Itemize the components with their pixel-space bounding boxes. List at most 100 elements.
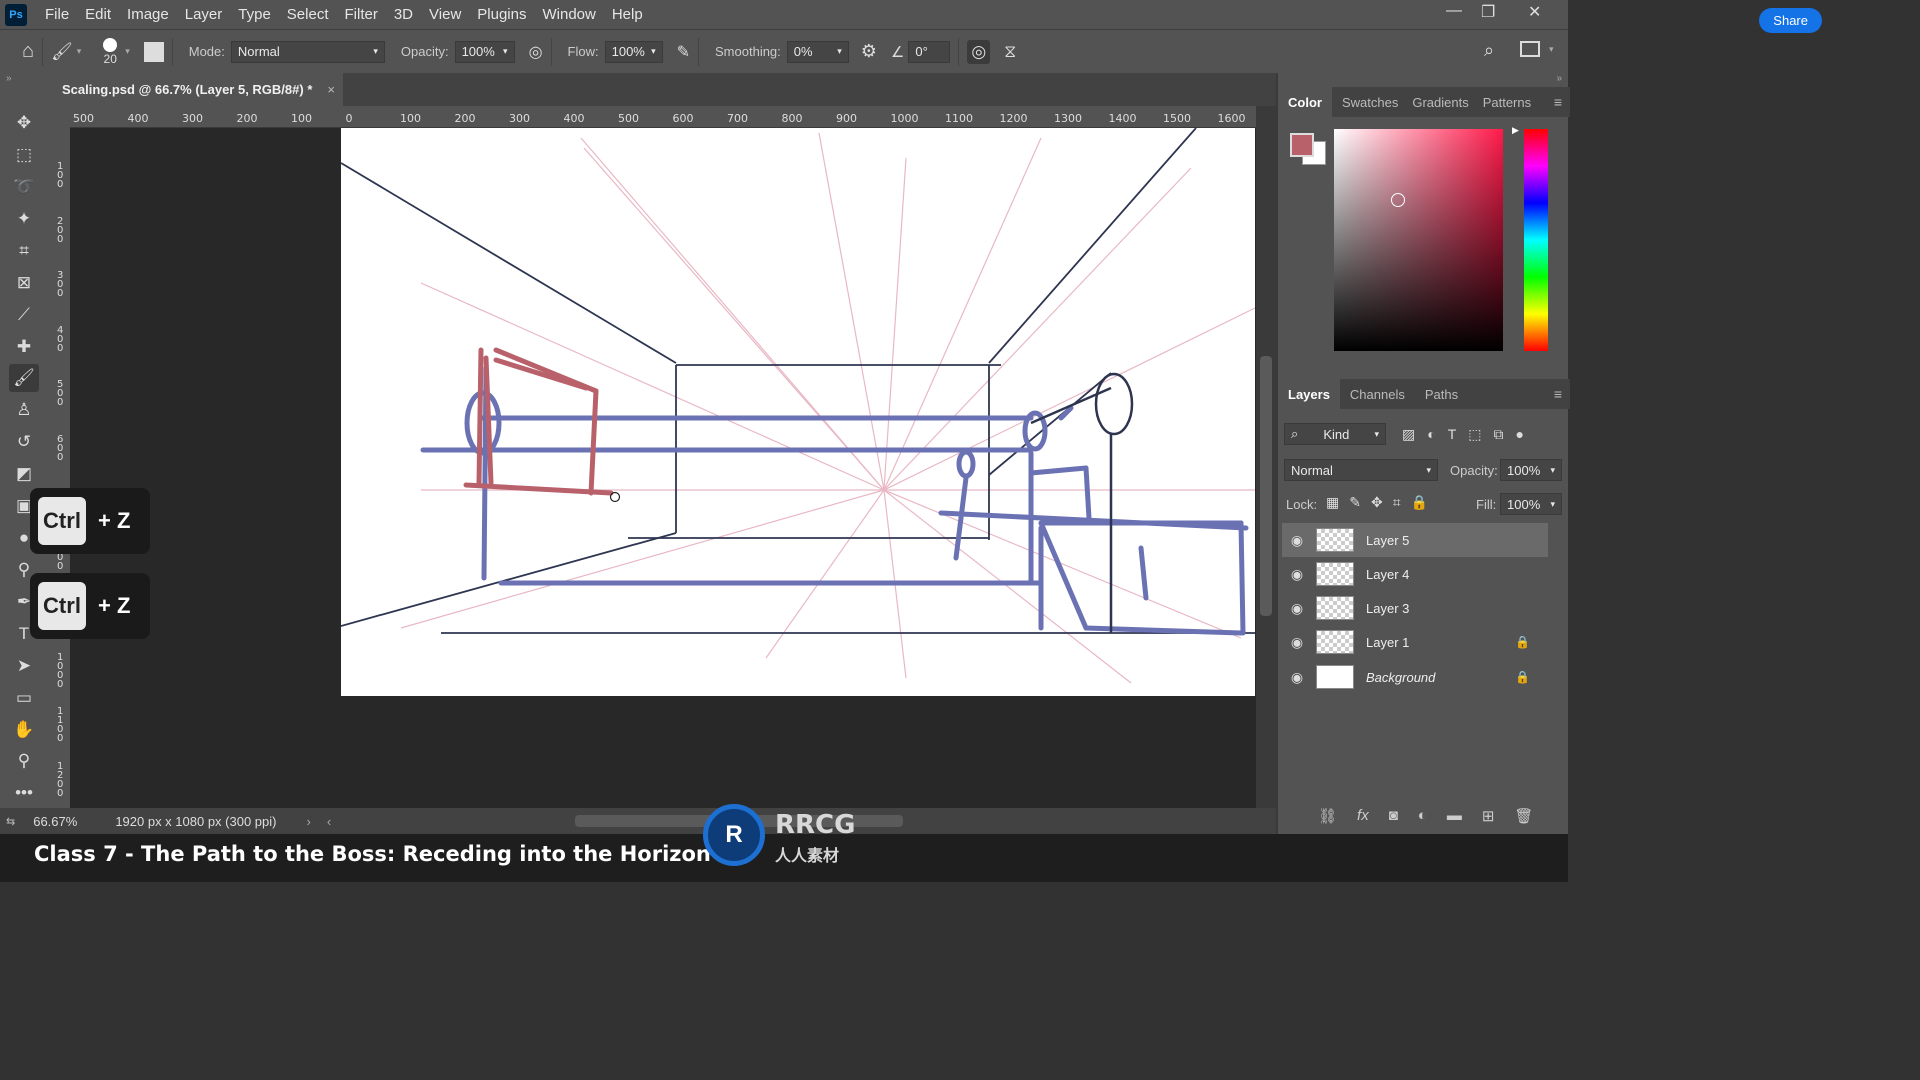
color-field[interactable] (1334, 129, 1503, 351)
menu-view[interactable]: View (421, 6, 469, 23)
chevron-down-icon[interactable]: ▾ (125, 46, 130, 57)
eraser-tool-icon[interactable]: ◩ (9, 460, 39, 488)
healing-brush-tool-icon[interactable]: ✚ (9, 333, 39, 361)
pressure-size-icon[interactable]: ◎ (967, 39, 991, 64)
menu-3d[interactable]: 3D (386, 6, 421, 23)
zoom-level[interactable]: 66.67% (33, 814, 77, 829)
search-icon[interactable]: ⌕ (1484, 40, 1494, 61)
tab-patterns[interactable]: Patterns (1473, 87, 1541, 117)
document-canvas[interactable] (340, 127, 1256, 696)
menu-select[interactable]: Select (279, 6, 337, 23)
eye-icon[interactable]: ◉ (1282, 634, 1312, 651)
layer-row[interactable]: ◉ Layer 5 (1282, 523, 1548, 557)
lock-transparency-icon[interactable]: ▦ (1326, 494, 1339, 511)
eye-icon[interactable]: ◉ (1282, 566, 1312, 583)
layer-filter-select[interactable]: ⌕ Kind ▾ (1284, 423, 1386, 445)
swap-colors-icon[interactable]: ⇆ (6, 815, 15, 828)
chevron-left-icon[interactable]: ‹ (327, 814, 331, 829)
lock-all-icon[interactable]: 🔒 (1411, 494, 1428, 511)
collapse-icon[interactable]: » (6, 73, 12, 84)
close-tab-icon[interactable]: × (327, 82, 335, 97)
gear-icon[interactable]: ⚙ (861, 41, 877, 62)
menu-plugins[interactable]: Plugins (469, 6, 534, 23)
tab-layers[interactable]: Layers (1278, 379, 1340, 409)
tab-swatches[interactable]: Swatches (1332, 87, 1408, 117)
move-tool-icon[interactable]: ✥ (9, 109, 39, 137)
lock-position-icon[interactable]: ✥ (1371, 494, 1383, 511)
tab-channels[interactable]: Channels (1340, 379, 1415, 409)
menu-help[interactable]: Help (604, 6, 651, 23)
menu-edit[interactable]: Edit (77, 6, 119, 23)
document-tab[interactable]: Scaling.psd @ 66.7% (Layer 5, RGB/8#) * … (48, 73, 343, 106)
brush-tool-preset-icon[interactable]: 🖌 (51, 42, 73, 62)
rectangle-tool-icon[interactable]: ▭ (9, 684, 39, 712)
symmetry-icon[interactable]: ⧖ (1004, 42, 1016, 62)
home-icon[interactable]: ⌂ (22, 40, 34, 63)
tab-paths[interactable]: Paths (1415, 379, 1468, 409)
color-picker-handle[interactable] (1391, 193, 1405, 207)
adjustment-filter-icon[interactable]: ◐ (1427, 426, 1435, 443)
workspace-icon[interactable] (1520, 41, 1540, 57)
lasso-tool-icon[interactable]: ➰ (9, 173, 39, 201)
panel-menu-icon[interactable]: ≡ (1554, 94, 1562, 110)
eye-icon[interactable]: ◉ (1282, 669, 1312, 686)
collapse-panels-icon[interactable]: » (1556, 73, 1562, 84)
minimize-icon[interactable]: — (1446, 2, 1462, 20)
menu-image[interactable]: Image (119, 6, 177, 23)
lock-pixels-icon[interactable]: ✎ (1349, 494, 1361, 511)
fill-field[interactable]: 100% ▾ (1500, 493, 1562, 515)
marquee-tool-icon[interactable]: ⬚ (9, 141, 39, 169)
mode-select[interactable]: Normal ▾ (230, 40, 385, 63)
panel-menu-icon[interactable]: ≡ (1554, 386, 1562, 402)
flow-field[interactable]: 100% ▾ (604, 40, 663, 63)
hue-slider[interactable] (1524, 129, 1548, 351)
restore-icon[interactable]: ❐ (1481, 2, 1495, 22)
tab-gradients[interactable]: Gradients (1408, 87, 1472, 117)
brush-tool-icon[interactable]: 🖌 (9, 364, 39, 392)
menu-window[interactable]: Window (534, 6, 603, 23)
layer-row[interactable]: ◉ Layer 3 (1282, 591, 1548, 625)
smoothing-field[interactable]: 0% ▾ (786, 40, 849, 63)
frame-tool-icon[interactable]: ⊠ (9, 269, 39, 297)
type-filter-icon[interactable]: T (1448, 426, 1457, 443)
foreground-color-swatch[interactable] (1290, 133, 1314, 157)
blend-mode-select[interactable]: Normal ▾ (1284, 459, 1438, 481)
adjustment-layer-icon[interactable]: ◐ (1418, 807, 1427, 825)
eyedropper-tool-icon[interactable]: ⟋ (9, 301, 39, 329)
new-group-icon[interactable]: ▬ (1447, 807, 1462, 825)
share-button[interactable]: Share (1759, 8, 1822, 33)
add-mask-icon[interactable]: ◙ (1389, 807, 1398, 825)
vertical-scrollbar[interactable] (1256, 106, 1276, 808)
scrollbar-thumb[interactable] (1260, 356, 1272, 616)
fx-icon[interactable]: fx (1357, 807, 1369, 825)
shape-filter-icon[interactable]: ⬚ (1468, 426, 1481, 443)
hand-tool-icon[interactable]: ✋ (9, 716, 39, 744)
layer-row[interactable]: ◉ Background 🔒 (1282, 660, 1548, 694)
hue-slider-handle-icon[interactable]: ▶ (1512, 125, 1519, 136)
layer-row[interactable]: ◉ Layer 1 🔒 (1282, 625, 1548, 659)
path-selection-tool-icon[interactable]: ➤ (9, 652, 39, 680)
clone-stamp-tool-icon[interactable]: ♙ (9, 396, 39, 424)
eye-icon[interactable]: ◉ (1282, 600, 1312, 617)
magic-wand-tool-icon[interactable]: ✦ (9, 205, 39, 233)
history-brush-tool-icon[interactable]: ↺ (9, 428, 39, 456)
new-layer-icon[interactable]: ⊞ (1482, 807, 1495, 825)
zoom-tool-icon[interactable]: ⚲ (9, 747, 39, 775)
airbrush-icon[interactable]: ✎ (677, 42, 690, 62)
menu-layer[interactable]: Layer (177, 6, 231, 23)
filter-toggle-icon[interactable]: ● (1516, 426, 1524, 443)
smart-object-filter-icon[interactable]: ⧉ (1494, 426, 1504, 443)
opacity-field[interactable]: 100% ▾ (454, 40, 515, 63)
brush-settings-icon[interactable] (143, 41, 164, 62)
link-layers-icon[interactable]: ⛓ (1318, 807, 1337, 825)
menu-filter[interactable]: Filter (337, 6, 386, 23)
layer-row[interactable]: ◉ Layer 4 (1282, 557, 1548, 591)
angle-field[interactable]: 0° (908, 40, 951, 63)
menu-file[interactable]: File (37, 6, 77, 23)
layer-opacity-field[interactable]: 100% ▾ (1500, 459, 1562, 481)
pressure-opacity-icon[interactable]: ◎ (529, 42, 543, 62)
delete-layer-icon[interactable]: 🗑 (1514, 807, 1533, 825)
menu-type[interactable]: Type (230, 6, 279, 23)
lock-artboard-icon[interactable]: ⌗ (1393, 494, 1401, 511)
crop-tool-icon[interactable]: ⌗ (9, 237, 39, 265)
